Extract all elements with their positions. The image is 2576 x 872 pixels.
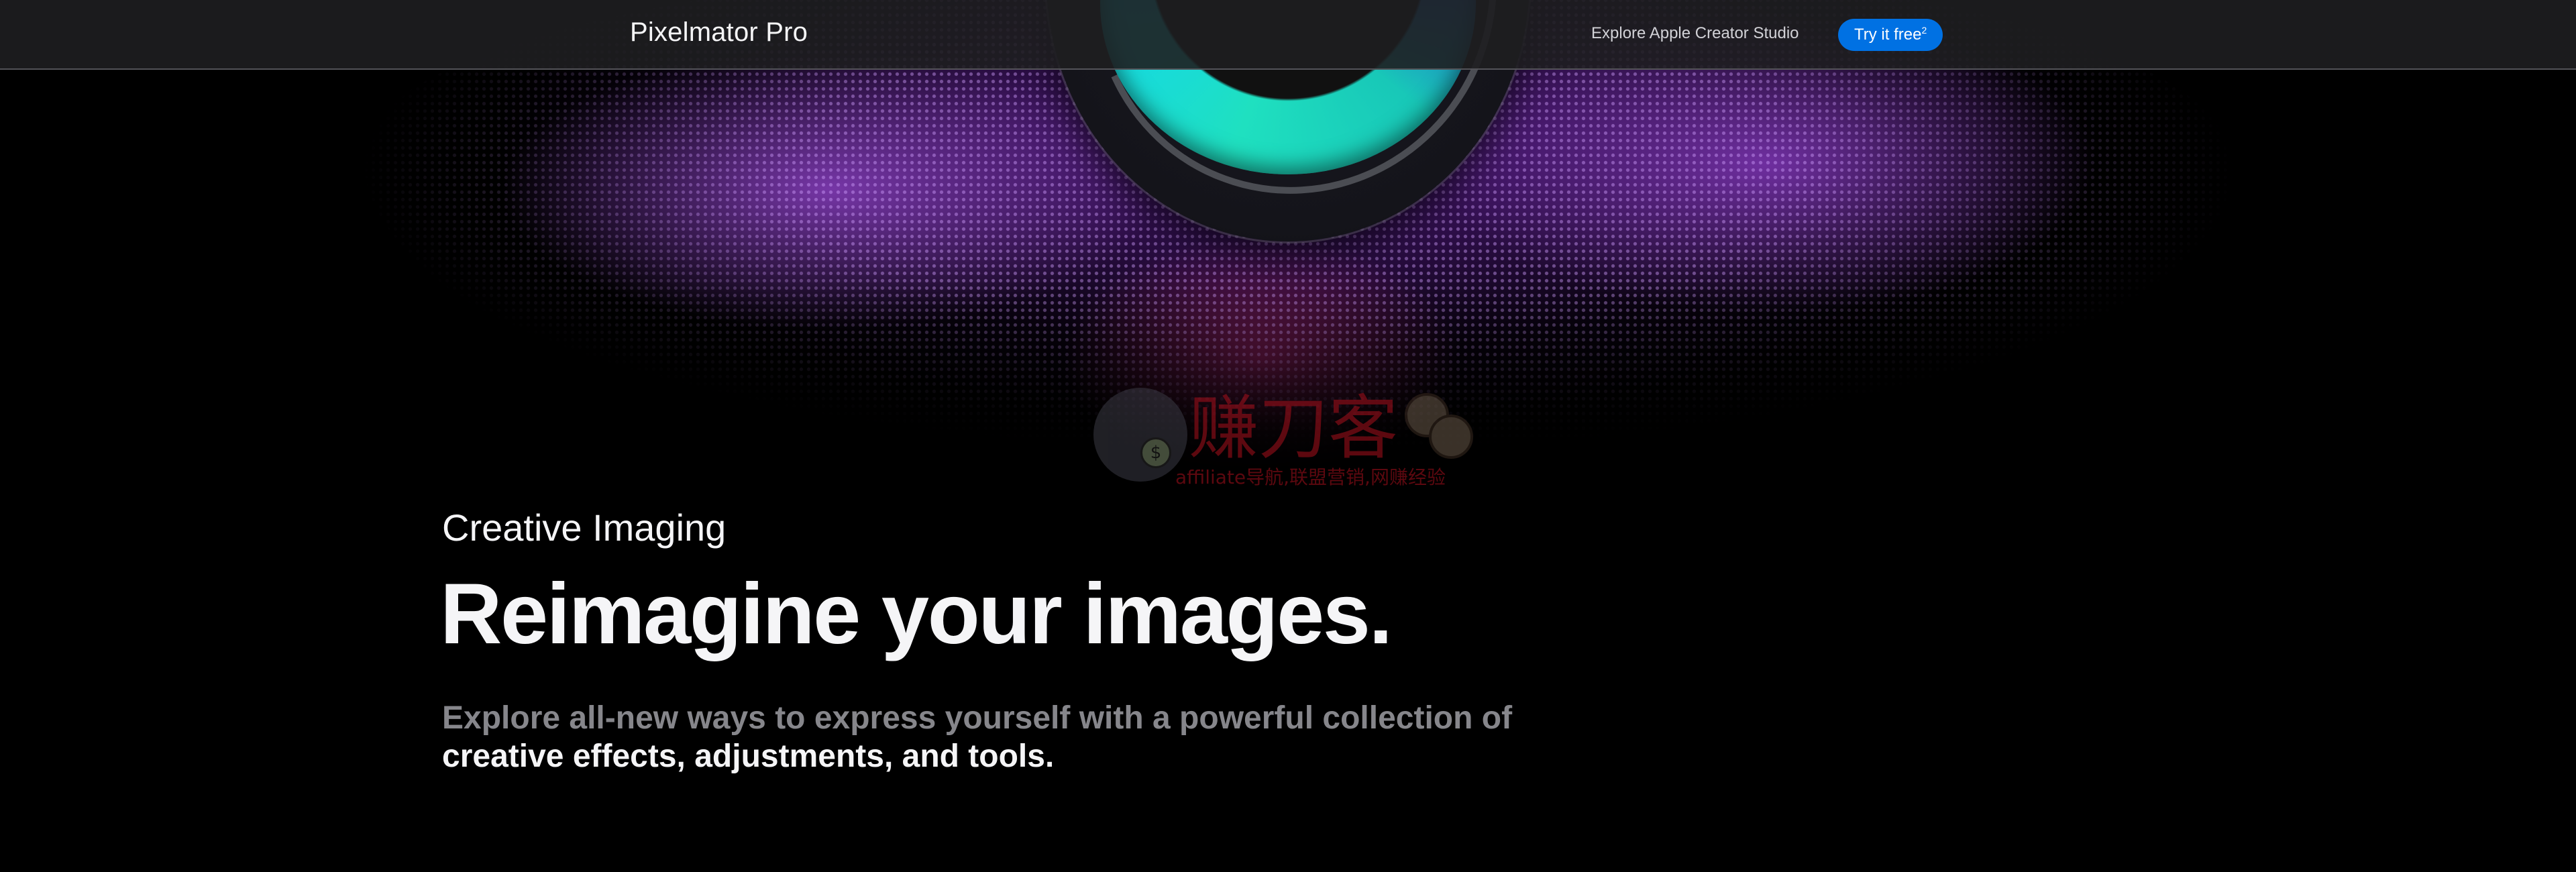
section-headline: Reimagine your images. xyxy=(440,566,1393,662)
watermark-chinese-text: 赚刀客 xyxy=(1189,387,1399,469)
watermark-subtitle-text: affiliate导航,联盟营销,网赚经验 xyxy=(1175,466,1446,488)
try-it-free-button[interactable]: Try it free2 xyxy=(1838,19,1943,51)
body-copy-highlight: creative effects, adjustments, and tools… xyxy=(442,739,1055,774)
local-navigation-bar: Pixelmator Pro Explore Apple Creator Stu… xyxy=(0,0,2576,70)
page: Pixelmator Pro Explore Apple Creator Stu… xyxy=(0,0,2576,872)
body-copy-muted: Explore all-new ways to express yourself… xyxy=(442,700,1513,736)
section-eyebrow: Creative Imaging xyxy=(442,506,727,549)
product-title-link[interactable]: Pixelmator Pro xyxy=(630,17,808,48)
explore-creator-studio-link[interactable]: Explore Apple Creator Studio xyxy=(1591,24,1799,43)
section-body-copy: Explore all-new ways to express yourself… xyxy=(442,699,1582,775)
coins-icon xyxy=(1405,393,1473,460)
watermark: $ 赚刀客 affiliate导航,联盟营销,网赚经验 xyxy=(1093,388,1476,488)
dollar-coin-icon: $ xyxy=(1140,437,1171,468)
try-it-free-label: Try it free xyxy=(1854,25,1922,44)
coin-icon xyxy=(1429,415,1473,459)
footnote-marker: 2 xyxy=(1921,25,1927,36)
watermark-badge-icon: $ xyxy=(1093,388,1187,482)
